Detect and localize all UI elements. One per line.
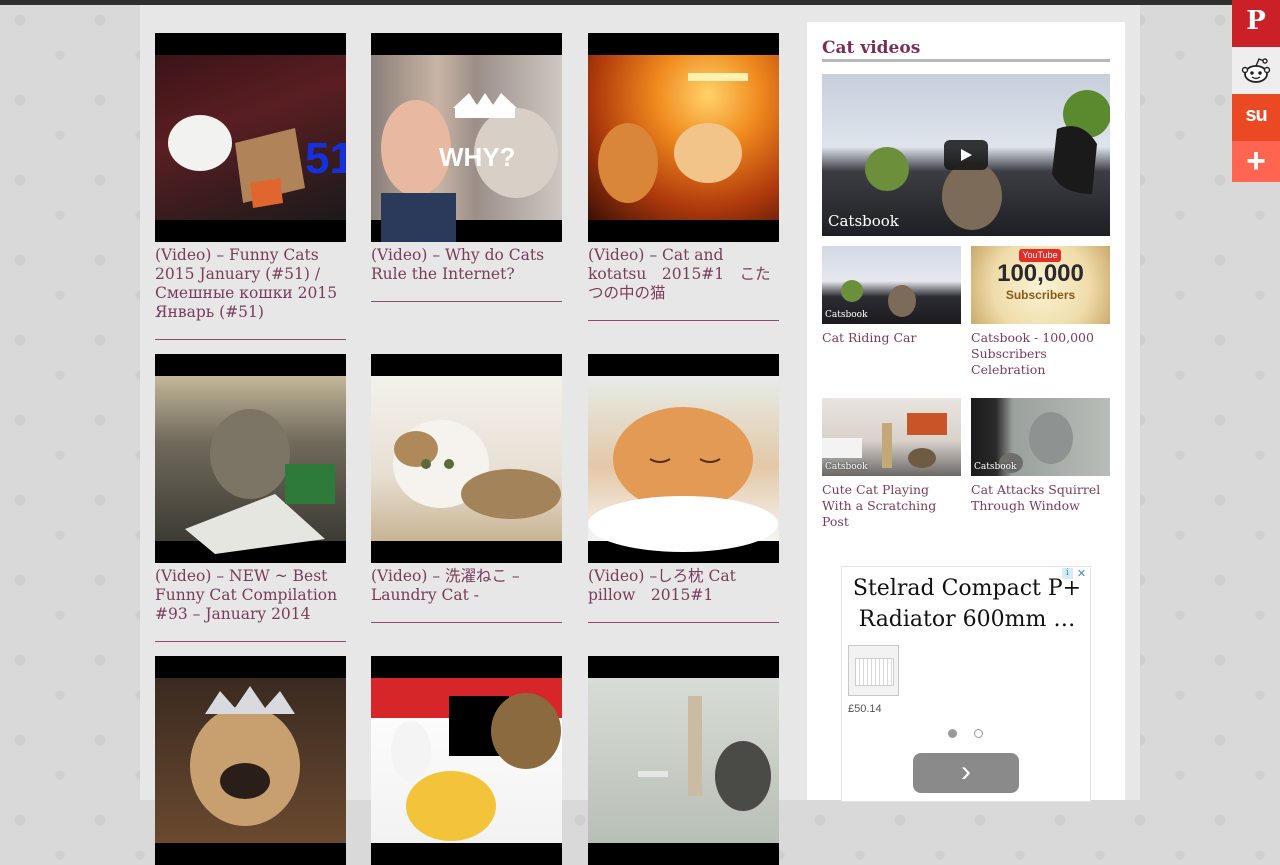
radiator-icon bbox=[855, 658, 894, 686]
featured-video-player[interactable]: Catsbook bbox=[822, 74, 1110, 236]
video-thumbnail[interactable]: WHY? bbox=[371, 33, 562, 242]
divider bbox=[371, 622, 562, 623]
sidebar: Cat videos Catsbook Catsbook Cat Riding … bbox=[807, 22, 1125, 802]
ad-title[interactable]: Stelrad Compact P+ Radiator 600mm … bbox=[852, 573, 1082, 635]
video-thumbnail[interactable] bbox=[155, 656, 346, 865]
pug-with-tiara-image bbox=[190, 686, 300, 826]
pinterest-icon: P bbox=[1246, 6, 1266, 36]
product-price: £50.14 bbox=[848, 703, 882, 715]
catsbook-watermark: Catsbook bbox=[828, 212, 899, 230]
video-title-link[interactable]: Catsbook - 100,000 Subscribers Celebrati… bbox=[971, 330, 1110, 378]
cat-with-toy-image bbox=[185, 409, 335, 554]
cat-pillow-image bbox=[588, 407, 778, 552]
plus-icon: + bbox=[1246, 142, 1266, 180]
video-title-link[interactable]: Cat Riding Car bbox=[822, 330, 961, 346]
video-thumbnail[interactable] bbox=[371, 354, 562, 563]
subscribers-word-overlay: Subscribers bbox=[1005, 288, 1076, 302]
carousel-dot-active[interactable] bbox=[948, 729, 957, 738]
stumbleupon-share-button[interactable]: su bbox=[1232, 94, 1280, 141]
reddit-share-button[interactable] bbox=[1232, 47, 1280, 94]
cat-on-toy-image bbox=[371, 678, 562, 841]
svg-text:51: 51 bbox=[305, 134, 346, 183]
play-icon[interactable] bbox=[944, 140, 988, 170]
video-title-link[interactable]: (Video) – NEW ~ Best Funny Cat Compilati… bbox=[155, 567, 346, 624]
video-title-link[interactable]: (Video) – 洗濯ねこ – Laundry Cat - bbox=[371, 567, 562, 605]
next-button[interactable]: › bbox=[913, 753, 1019, 793]
sidebar-title: Cat videos bbox=[822, 38, 921, 58]
more-share-button[interactable]: + bbox=[1232, 141, 1280, 182]
video-thumbnail[interactable] bbox=[588, 354, 779, 563]
video-title-link[interactable]: (Video) –しろ枕 Cat pillow 2015#1 bbox=[588, 567, 779, 605]
man-and-grumpy-cat-image: WHY? bbox=[381, 93, 558, 242]
laundry-cat-image bbox=[393, 420, 561, 519]
video-thumbnail[interactable]: Catsbook bbox=[971, 398, 1110, 476]
video-title-link[interactable]: (Video) – Why do Cats Rule the Internet? bbox=[371, 246, 562, 284]
subscriber-count-overlay: 100,000 bbox=[997, 260, 1084, 287]
stumbleupon-icon: su bbox=[1245, 104, 1267, 126]
video-thumbnail[interactable] bbox=[371, 656, 562, 865]
advertisement[interactable]: i ✕ Stelrad Compact P+ Radiator 600mm … … bbox=[841, 566, 1091, 802]
catsbook-watermark: Catsbook bbox=[825, 310, 868, 320]
divider bbox=[588, 622, 779, 623]
video-thumbnail[interactable] bbox=[588, 656, 779, 865]
carousel-dot[interactable] bbox=[974, 729, 983, 738]
catsbook-watermark: Catsbook bbox=[974, 462, 1017, 472]
video-title-link[interactable]: Cute Cat Playing With a Scratching Post bbox=[822, 482, 961, 530]
video-thumbnail[interactable] bbox=[588, 33, 779, 242]
video-thumbnail[interactable]: Catsbook bbox=[822, 246, 961, 324]
catsbook-watermark: Catsbook bbox=[825, 462, 868, 472]
video-title-link[interactable]: Cat Attacks Squirrel Through Window bbox=[971, 482, 1110, 514]
divider bbox=[588, 320, 779, 321]
chevron-right-icon: › bbox=[961, 755, 971, 788]
pinterest-share-button[interactable]: P bbox=[1232, 0, 1280, 47]
divider bbox=[371, 301, 562, 302]
video-title-link[interactable]: (Video) – Cat and kotatsu 2015#1 こたつの中の猫 bbox=[588, 246, 779, 303]
cat-and-drone-image bbox=[638, 696, 771, 811]
cats-under-kotatsu-image bbox=[598, 73, 748, 203]
reddit-icon bbox=[1241, 58, 1271, 83]
video-thumbnail[interactable]: 51 bbox=[155, 33, 346, 242]
video-title-link[interactable]: (Video) – Funny Cats 2015 January (#51) … bbox=[155, 246, 346, 322]
cat-in-box-image: 51 bbox=[168, 115, 346, 208]
divider bbox=[155, 339, 346, 340]
divider bbox=[155, 641, 346, 642]
svg-text:WHY?: WHY? bbox=[439, 142, 516, 172]
video-thumbnail[interactable]: Catsbook bbox=[822, 398, 961, 476]
product-image[interactable] bbox=[848, 645, 899, 696]
sidebar-title-rule bbox=[822, 59, 1110, 62]
video-thumbnail[interactable]: YouTube 100,000 Subscribers bbox=[971, 246, 1110, 324]
video-thumbnail[interactable] bbox=[155, 354, 346, 563]
page-content: 51 (Video) – Funny Cats 2015 January (#5… bbox=[140, 5, 1140, 865]
